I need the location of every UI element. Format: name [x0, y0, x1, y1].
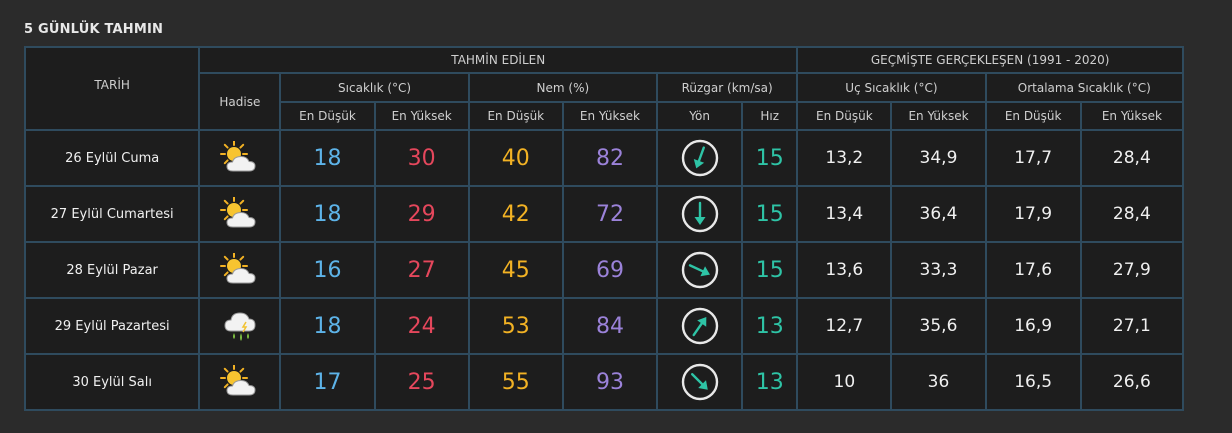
header-uc: Uç Sıcaklık (°C) [796, 72, 987, 103]
wind-arrow-icon [659, 306, 740, 346]
header-sicaklik-max: En Yüksek [373, 101, 470, 131]
humidity-max-cell: 82 [561, 129, 659, 187]
partly-cloudy-icon [201, 141, 278, 175]
humidity-min-cell: 45 [467, 241, 564, 299]
weather-icon-cell [198, 353, 282, 411]
uc-max-cell: 35,6 [890, 297, 987, 355]
wind-speed-cell: 15 [741, 241, 799, 299]
temp-max-cell: 29 [373, 185, 470, 243]
date-cell: 26 Eylül Cuma [23, 129, 201, 187]
header-sicaklik-min: En Düşük [279, 101, 376, 131]
wind-speed-cell: 13 [741, 297, 799, 355]
wind-speed-cell: 15 [741, 129, 799, 187]
partly-cloudy-icon [201, 365, 278, 399]
humidity-max-cell: 84 [561, 297, 659, 355]
uc-max-cell: 34,9 [890, 129, 987, 187]
wind-arrow-icon [659, 250, 740, 290]
header-uc-max: En Yüksek [890, 101, 987, 131]
rain-cloud-icon [201, 309, 278, 343]
temp-min-cell: 17 [279, 353, 376, 411]
uc-min-cell: 13,4 [796, 185, 893, 243]
table-row: 30 Eylül Salı 17 25 55 93 13 10 36 16,5 26,6 [23, 353, 1185, 411]
temp-max-cell: 24 [373, 297, 470, 355]
temp-max-cell: 25 [373, 353, 470, 411]
uc-min-cell: 12,7 [796, 297, 893, 355]
weather-icon-cell [198, 241, 282, 299]
humidity-max-cell: 93 [561, 353, 659, 411]
weather-icon-cell [198, 185, 282, 243]
uc-max-cell: 36,4 [890, 185, 987, 243]
uc-max-cell: 36 [890, 353, 987, 411]
temp-min-cell: 16 [279, 241, 376, 299]
header-sicaklik: Sıcaklık (°C) [279, 72, 470, 103]
header-yon: Yön [656, 101, 744, 131]
date-cell: 30 Eylül Salı [23, 353, 201, 411]
humidity-min-cell: 42 [467, 185, 564, 243]
header-nem-min: En Düşük [467, 101, 564, 131]
temp-min-cell: 18 [279, 185, 376, 243]
uc-max-cell: 33,3 [890, 241, 987, 299]
wind-direction-cell [656, 353, 744, 411]
ort-min-cell: 16,5 [984, 353, 1082, 411]
humidity-max-cell: 69 [561, 241, 659, 299]
humidity-min-cell: 53 [467, 297, 564, 355]
wind-direction-cell [656, 297, 744, 355]
uc-min-cell: 10 [796, 353, 893, 411]
ort-max-cell: 26,6 [1079, 353, 1185, 411]
temp-max-cell: 27 [373, 241, 470, 299]
partly-cloudy-icon [201, 197, 278, 231]
header-ruzgar: Rüzgar (km/sa) [656, 72, 799, 103]
wind-arrow-icon [659, 362, 740, 402]
wind-arrow-icon [659, 138, 740, 178]
ort-max-cell: 27,1 [1079, 297, 1185, 355]
header-hiz: Hız [741, 101, 799, 131]
uc-min-cell: 13,2 [796, 129, 893, 187]
table-row: 29 Eylül Pazartesi 18 24 53 84 13 12,7 35,6 16,9… [23, 297, 1185, 355]
wind-direction-cell [656, 185, 744, 243]
ort-max-cell: 28,4 [1079, 185, 1185, 243]
header-tarih: TARİH [23, 46, 201, 131]
header-gecmis: GEÇMİŞTE GERÇEKLEŞEN (1991 - 2020) [796, 46, 1184, 74]
header-uc-min: En Düşük [796, 101, 893, 131]
humidity-max-cell: 72 [561, 185, 659, 243]
uc-min-cell: 13,6 [796, 241, 893, 299]
ort-max-cell: 28,4 [1079, 129, 1185, 187]
header-hadise: Hadise [198, 72, 282, 131]
wind-direction-cell [656, 129, 744, 187]
date-cell: 27 Eylül Cumartesi [23, 185, 201, 243]
weather-icon-cell [198, 129, 282, 187]
date-cell: 29 Eylül Pazartesi [23, 297, 201, 355]
temp-min-cell: 18 [279, 129, 376, 187]
header-ort-min: En Düşük [984, 101, 1082, 131]
page-title: 5 GÜNLÜK TAHMIN [24, 22, 164, 37]
temp-min-cell: 18 [279, 297, 376, 355]
humidity-min-cell: 40 [467, 129, 564, 187]
wind-arrow-icon [659, 194, 740, 234]
table-row: 26 Eylül Cuma 18 30 40 82 15 13,2 34,9 17,7 28,4 [23, 129, 1185, 187]
wind-speed-cell: 13 [741, 353, 799, 411]
ort-min-cell: 16,9 [984, 297, 1082, 355]
table-row: 27 Eylül Cumartesi 18 29 42 72 15 13,4 36,4 17,9… [23, 185, 1185, 243]
header-nem: Nem (%) [467, 72, 659, 103]
ort-min-cell: 17,9 [984, 185, 1082, 243]
partly-cloudy-icon [201, 253, 278, 287]
weather-icon-cell [198, 297, 282, 355]
date-cell: 28 Eylül Pazar [23, 241, 201, 299]
ort-max-cell: 27,9 [1079, 241, 1185, 299]
header-ort-max: En Yüksek [1079, 101, 1185, 131]
humidity-min-cell: 55 [467, 353, 564, 411]
wind-speed-cell: 15 [741, 185, 799, 243]
header-ortalama: Ortalama Sıcaklık (°C) [984, 72, 1185, 103]
temp-max-cell: 30 [373, 129, 470, 187]
wind-direction-cell [656, 241, 744, 299]
forecast-table: TARİH TAHMİN EDİLEN GEÇMİŞTE GERÇEKLEŞEN… [23, 46, 1185, 411]
table-row: 28 Eylül Pazar 16 27 45 69 15 13,6 33,3 17,6 27,9 [23, 241, 1185, 299]
ort-min-cell: 17,6 [984, 241, 1082, 299]
header-tahmin: TAHMİN EDİLEN [198, 46, 799, 74]
ort-min-cell: 17,7 [984, 129, 1082, 187]
header-nem-max: En Yüksek [561, 101, 659, 131]
